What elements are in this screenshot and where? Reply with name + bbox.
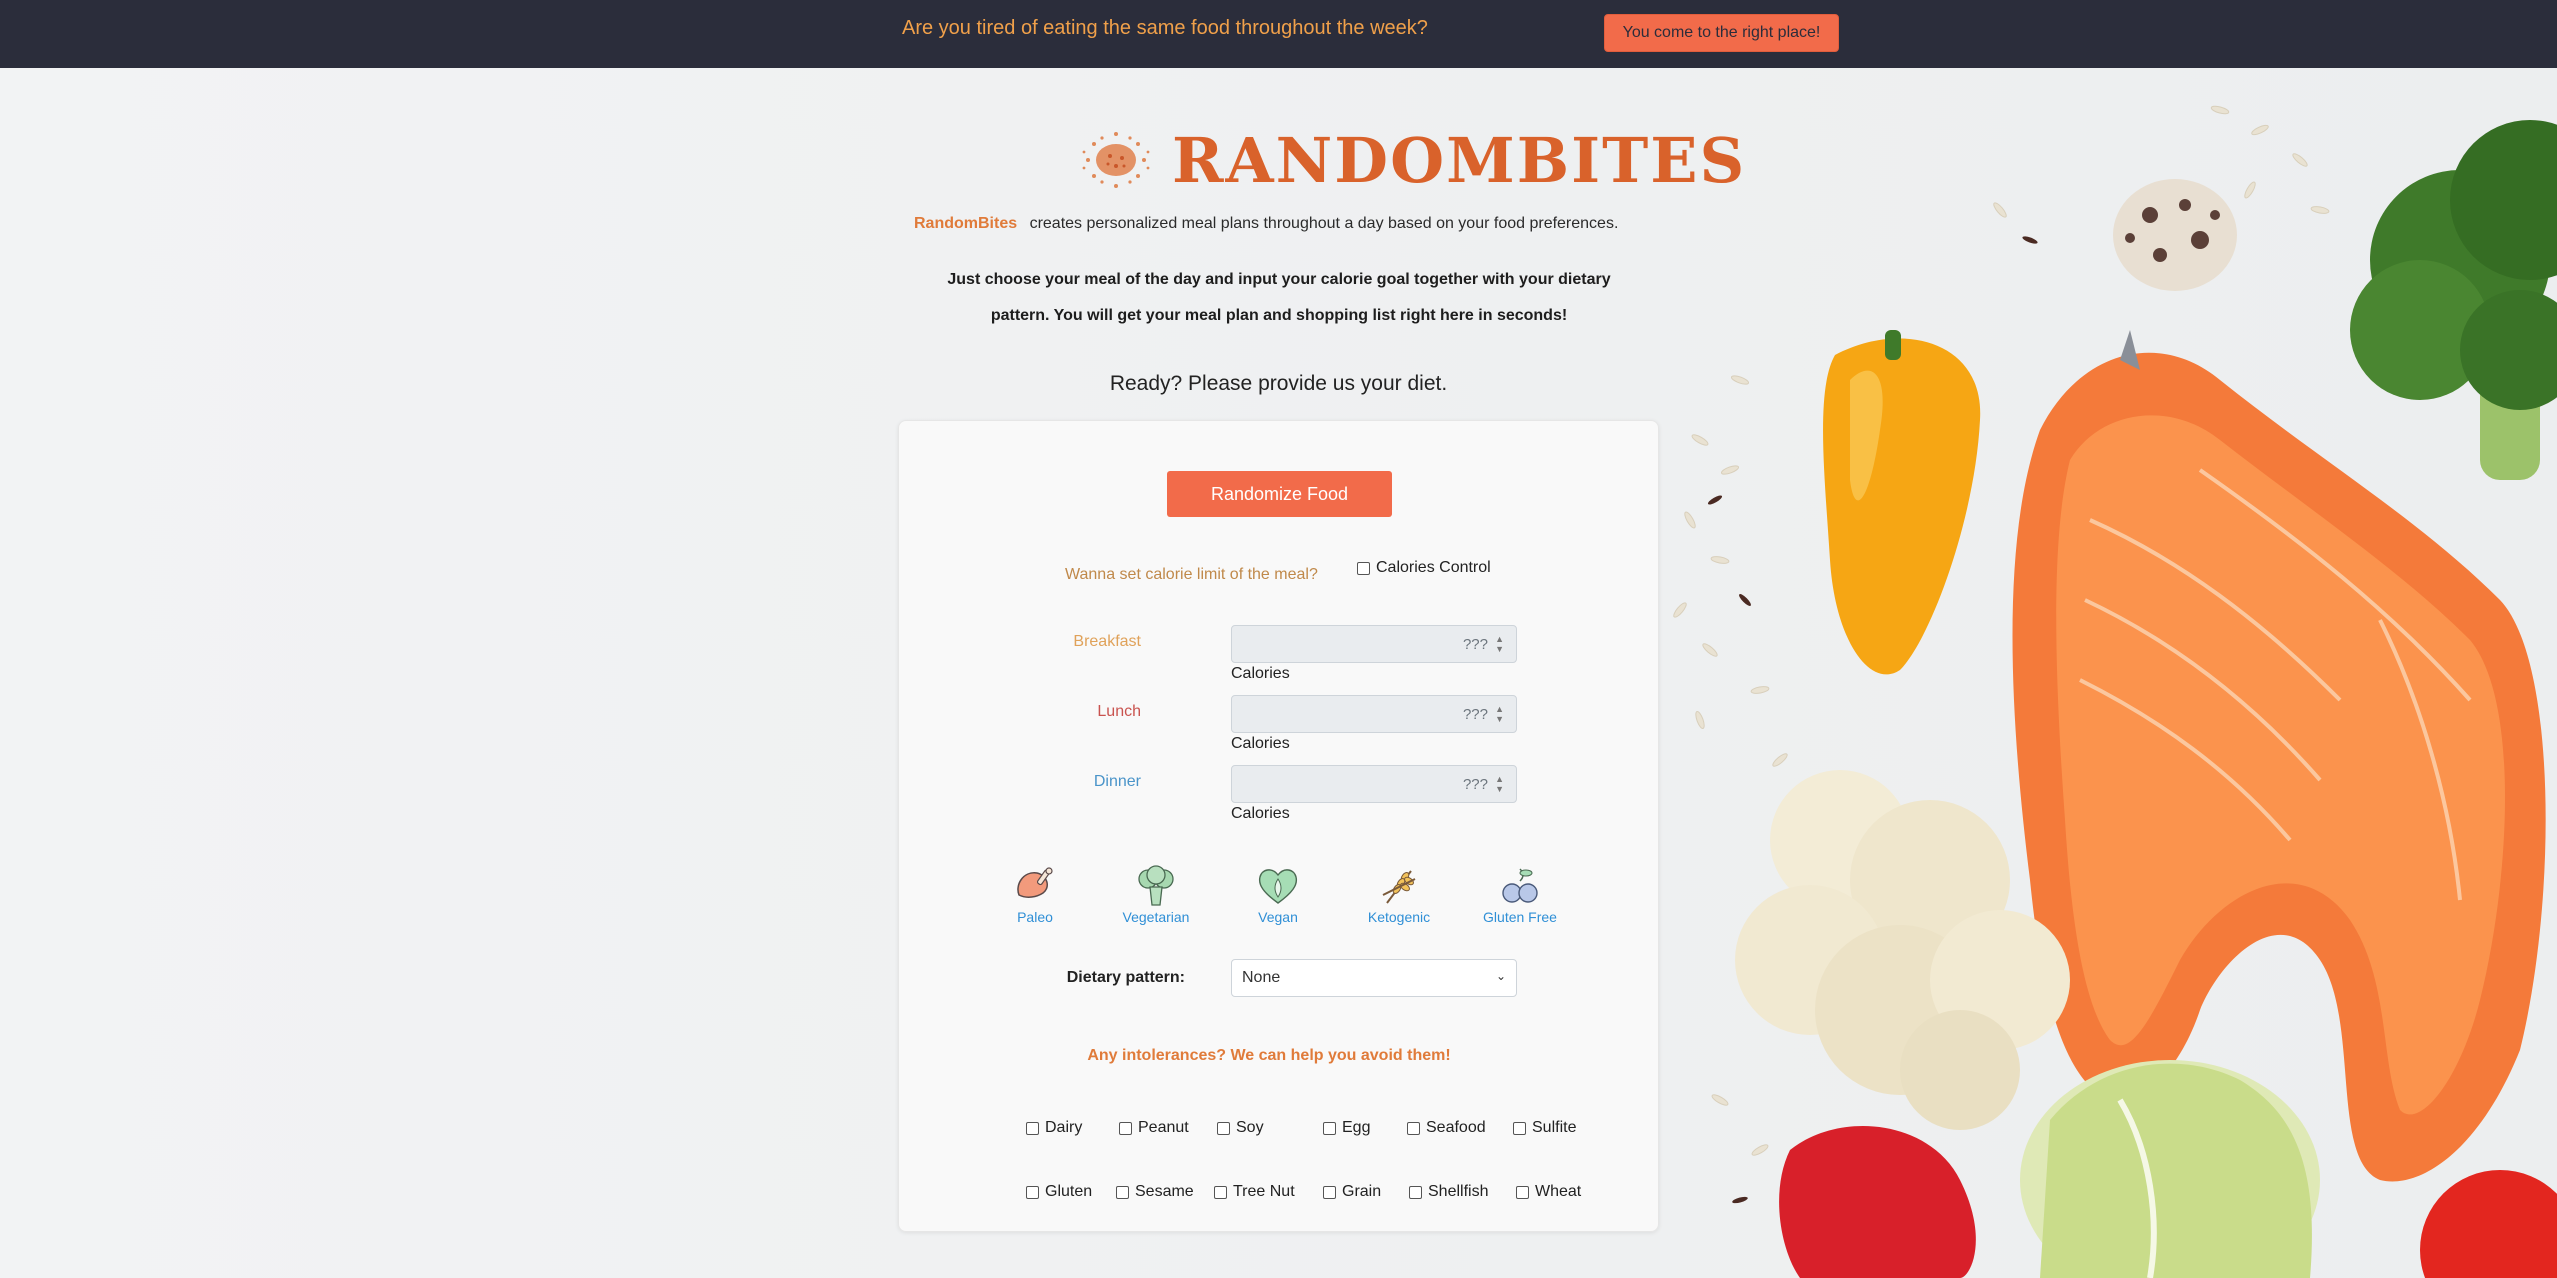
intolerance-label: Soy [1236,1119,1264,1136]
checkbox-box[interactable] [1217,1121,1230,1135]
checkbox-box[interactable] [1407,1121,1420,1135]
diet-vegetarian-label: Vegetarian [1122,909,1190,925]
checkbox-box[interactable] [1026,1121,1039,1135]
lunch-placeholder: ??? [1462,706,1488,723]
chevron-down-icon: ⌄ [1495,969,1506,983]
intolerance-egg[interactable]: Egg [1323,1119,1370,1137]
checkbox-box[interactable] [1357,561,1370,575]
intolerance-dairy[interactable]: Dairy [1026,1119,1082,1137]
logo: RANDOMBITES [1080,126,1744,196]
intolerance-label: Peanut [1138,1119,1189,1136]
diet-vegan-label: Vegan [1258,909,1298,925]
dinner-placeholder: ??? [1462,776,1488,793]
intolerance-soy[interactable]: Soy [1217,1119,1264,1137]
banner-message: Are you tired of eating the same food th… [902,17,1428,39]
intolerance-label: Dairy [1045,1119,1083,1136]
intolerance-label: Sulfite [1532,1119,1577,1136]
dietary-pattern-value: None [1242,969,1281,986]
diet-gluten-free-label: Gluten Free [1483,909,1557,925]
breakfast-label: Breakfast [1073,633,1141,650]
diet-ketogenic[interactable]: Ketogenic [1344,865,1454,925]
intolerance-sulfite[interactable]: Sulfite [1513,1119,1576,1137]
olive-icon [1502,868,1538,903]
checkbox-box[interactable] [1116,1185,1129,1199]
intolerance-shellfish[interactable]: Shellfish [1409,1183,1488,1201]
intolerance-label: Egg [1342,1119,1371,1136]
breakfast-calories-input[interactable]: ??? ▲ ▼ [1231,625,1517,663]
diet-paleo[interactable]: Paleo [980,865,1090,925]
diet-form-card: Randomize Food Wanna set calorie limit o… [898,420,1659,1232]
diet-vegetarian[interactable]: Vegetarian [1101,865,1211,925]
lunch-unit: Calories [1231,735,1290,752]
logo-wordmark: RANDOMBITES [1172,124,1747,197]
intolerance-label: Grain [1342,1183,1382,1200]
intolerance-tree-nut[interactable]: Tree Nut [1214,1183,1295,1201]
checkbox-box[interactable] [1516,1185,1529,1199]
checkbox-box[interactable] [1026,1185,1039,1199]
instructions: Just choose your meal of the day and inp… [918,262,1640,334]
wheat-crossed-icon [1382,870,1416,904]
diet-ketogenic-label: Ketogenic [1367,909,1431,925]
checkbox-box[interactable] [1214,1185,1227,1199]
intolerance-label: Wheat [1535,1183,1582,1200]
dinner-unit: Calories [1231,805,1290,822]
intolerance-label: Tree Nut [1233,1183,1295,1200]
right-place-button[interactable]: You come to the right place! [1604,14,1839,52]
randomize-food-button[interactable]: Randomize Food [1167,471,1392,517]
breakfast-placeholder: ??? [1462,636,1488,653]
intolerance-label: Seafood [1426,1119,1486,1136]
diet-vegan[interactable]: Vegan [1223,865,1333,925]
intolerance-peanut[interactable]: Peanut [1119,1119,1189,1137]
checkbox-box[interactable] [1323,1185,1336,1199]
intolerance-seafood[interactable]: Seafood [1407,1119,1486,1137]
lunch-calories-input[interactable]: ??? ▲ ▼ [1231,695,1517,733]
breakfast-unit: Calories [1231,665,1290,682]
top-banner: Are you tired of eating the same food th… [0,0,2557,68]
dietary-pattern-label: Dietary pattern: [1066,969,1185,986]
lunch-label: Lunch [1097,703,1141,720]
dietary-pattern-select[interactable]: None ⌄ [1231,959,1517,997]
heart-leaf-icon [1258,869,1298,904]
rice-burst-icon [1082,132,1150,188]
intolerances-title: Any intolerances? We can help you avoid … [1087,1047,1451,1064]
brand-name: RandomBites [914,215,1018,232]
calories-control-label: Calories Control [1376,559,1491,576]
checkbox-box[interactable] [1119,1121,1132,1135]
broccoli-icon [1138,865,1174,906]
checkbox-box[interactable] [1513,1121,1526,1135]
dinner-calories-input[interactable]: ??? ▲ ▼ [1231,765,1517,803]
calorie-limit-question: Wanna set calorie limit of the meal? [1065,566,1318,583]
intro-description: creates personalized meal plans througho… [1029,215,1619,232]
dinner-label: Dinner [1093,773,1141,790]
spinner-icon[interactable]: ▲ ▼ [1495,704,1504,724]
checkbox-box[interactable] [1409,1185,1422,1199]
calories-control-checkbox[interactable]: Calories Control [1357,559,1491,577]
intolerance-sesame[interactable]: Sesame [1116,1183,1194,1201]
diet-gluten-free[interactable]: Gluten Free [1465,865,1575,925]
intolerance-label: Gluten [1045,1183,1093,1200]
intolerance-gluten[interactable]: Gluten [1026,1183,1092,1201]
spinner-icon[interactable]: ▲ ▼ [1495,634,1504,654]
diet-paleo-label: Paleo [1017,909,1053,925]
intro-text: RandomBites creates personalized meal pl… [914,215,1644,233]
intolerance-label: Shellfish [1428,1183,1489,1200]
spinner-icon[interactable]: ▲ ▼ [1495,774,1504,794]
instructions-line-1: Just choose your meal of the day and inp… [947,271,1611,288]
intolerance-grain[interactable]: Grain [1323,1183,1381,1201]
intolerance-label: Sesame [1135,1183,1194,1200]
intolerance-wheat[interactable]: Wheat [1516,1183,1581,1201]
ready-prompt: Ready? Please provide us your diet. [1109,372,1448,395]
checkbox-box[interactable] [1323,1121,1336,1135]
instructions-line-2: pattern. You will get your meal plan and… [990,307,1568,324]
meat-icon [1017,867,1053,898]
